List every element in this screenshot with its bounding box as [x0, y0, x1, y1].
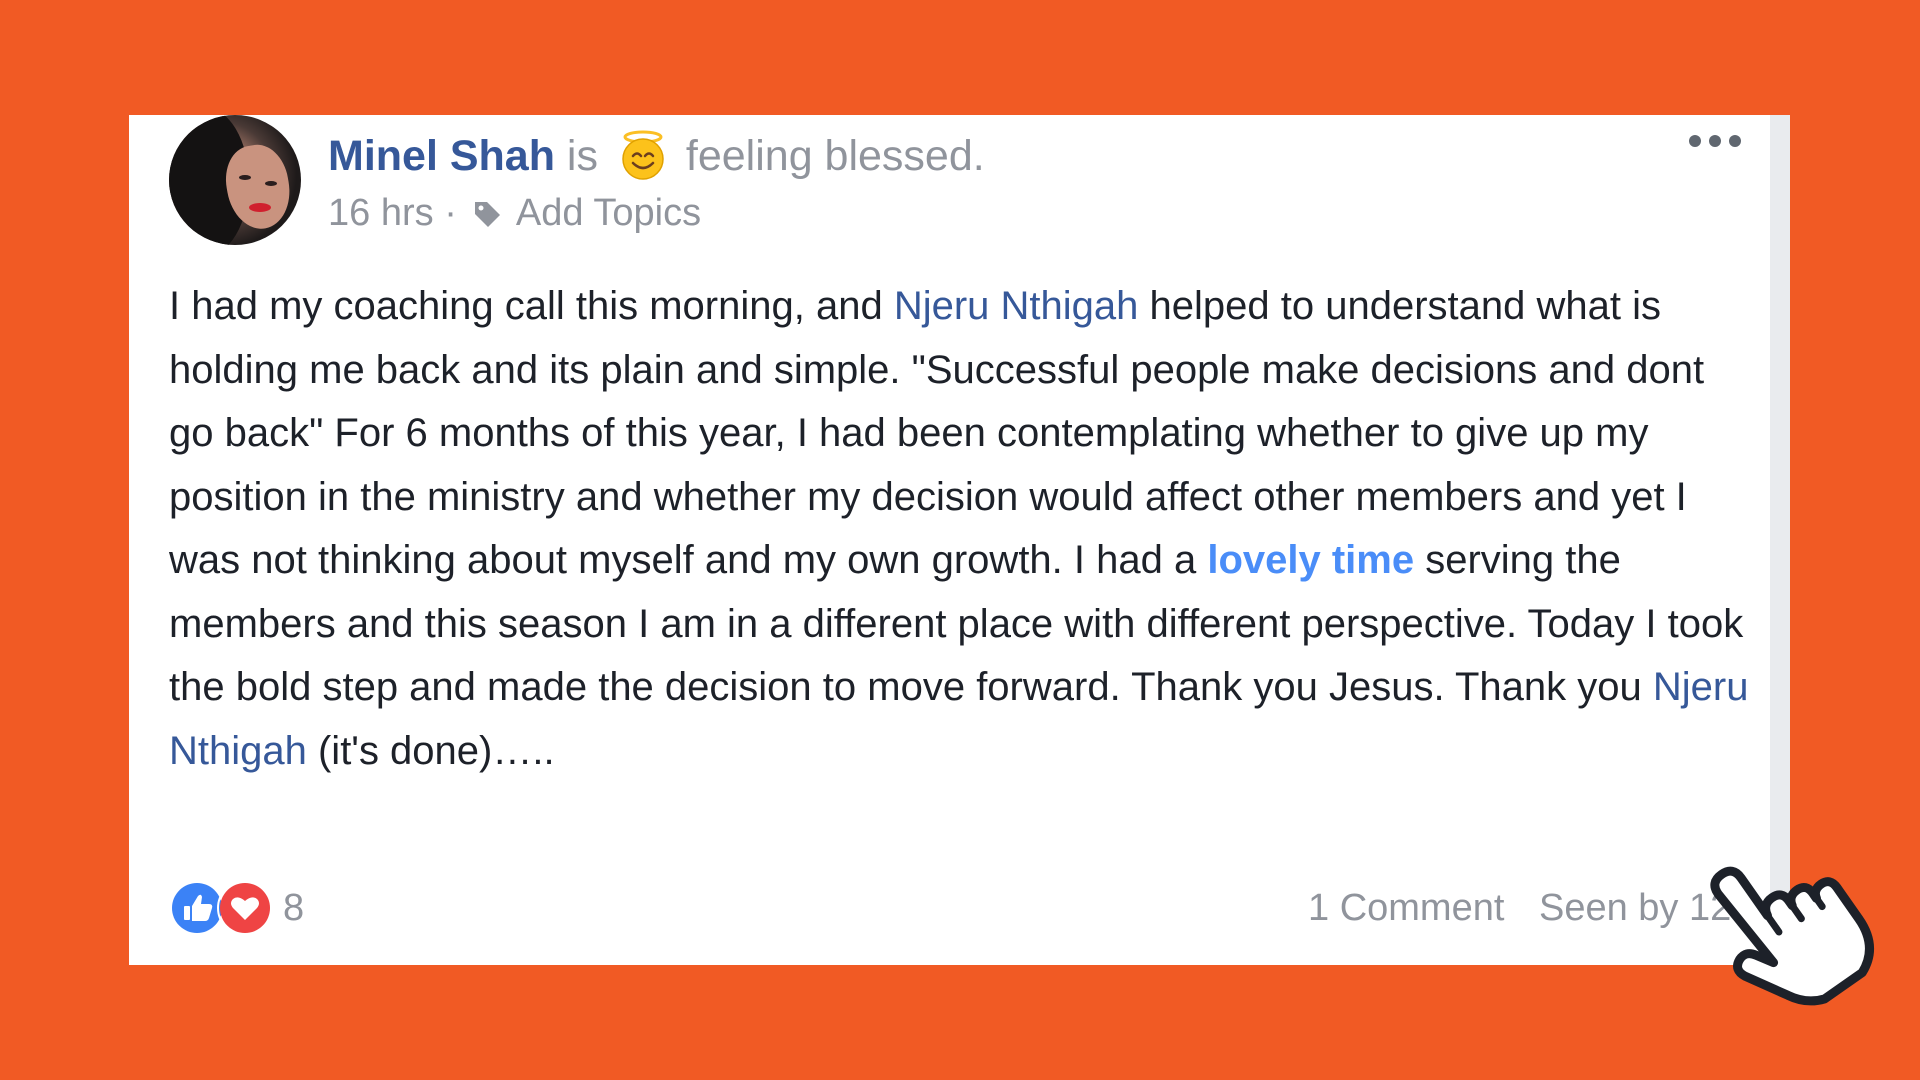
- love-icon: [217, 880, 273, 936]
- post-text-part-1: I had my coaching call this morning, and: [169, 284, 894, 328]
- blessed-emoji-icon: [622, 130, 664, 180]
- tag-icon: [475, 202, 501, 227]
- avatar[interactable]: [169, 115, 301, 245]
- post-body: I had my coaching call this morning, and…: [169, 275, 1759, 783]
- author-name[interactable]: Minel Shah: [328, 132, 555, 180]
- post-text-part-4: (it's done)…..: [306, 728, 555, 773]
- highlighted-phrase[interactable]: lovely time: [1207, 538, 1414, 582]
- comment-count-link[interactable]: 1 Comment: [1308, 887, 1504, 929]
- post-stats: 1 Comment Seen by 12: [1308, 882, 1731, 934]
- post-header: Minel Shah is feeling blessed.: [328, 128, 985, 182]
- add-topics-link[interactable]: Add Topics: [516, 192, 701, 234]
- post-card: Minel Shah is feeling blessed. 16 hrs · …: [129, 115, 1790, 965]
- mention-link[interactable]: Njeru Nthigah: [894, 284, 1139, 328]
- reaction-count[interactable]: 8: [283, 887, 304, 930]
- reaction-summary[interactable]: 8: [169, 880, 304, 936]
- meta-separator: ·: [444, 192, 457, 234]
- feeling-text: feeling blessed.: [685, 132, 985, 180]
- timestamp[interactable]: 16 hrs: [328, 192, 434, 234]
- post-meta: 16 hrs · Add Topics: [328, 190, 701, 236]
- header-verb: is: [566, 132, 598, 180]
- hand-pointer-icon: [1710, 866, 1874, 1006]
- more-options-icon[interactable]: [1687, 129, 1743, 153]
